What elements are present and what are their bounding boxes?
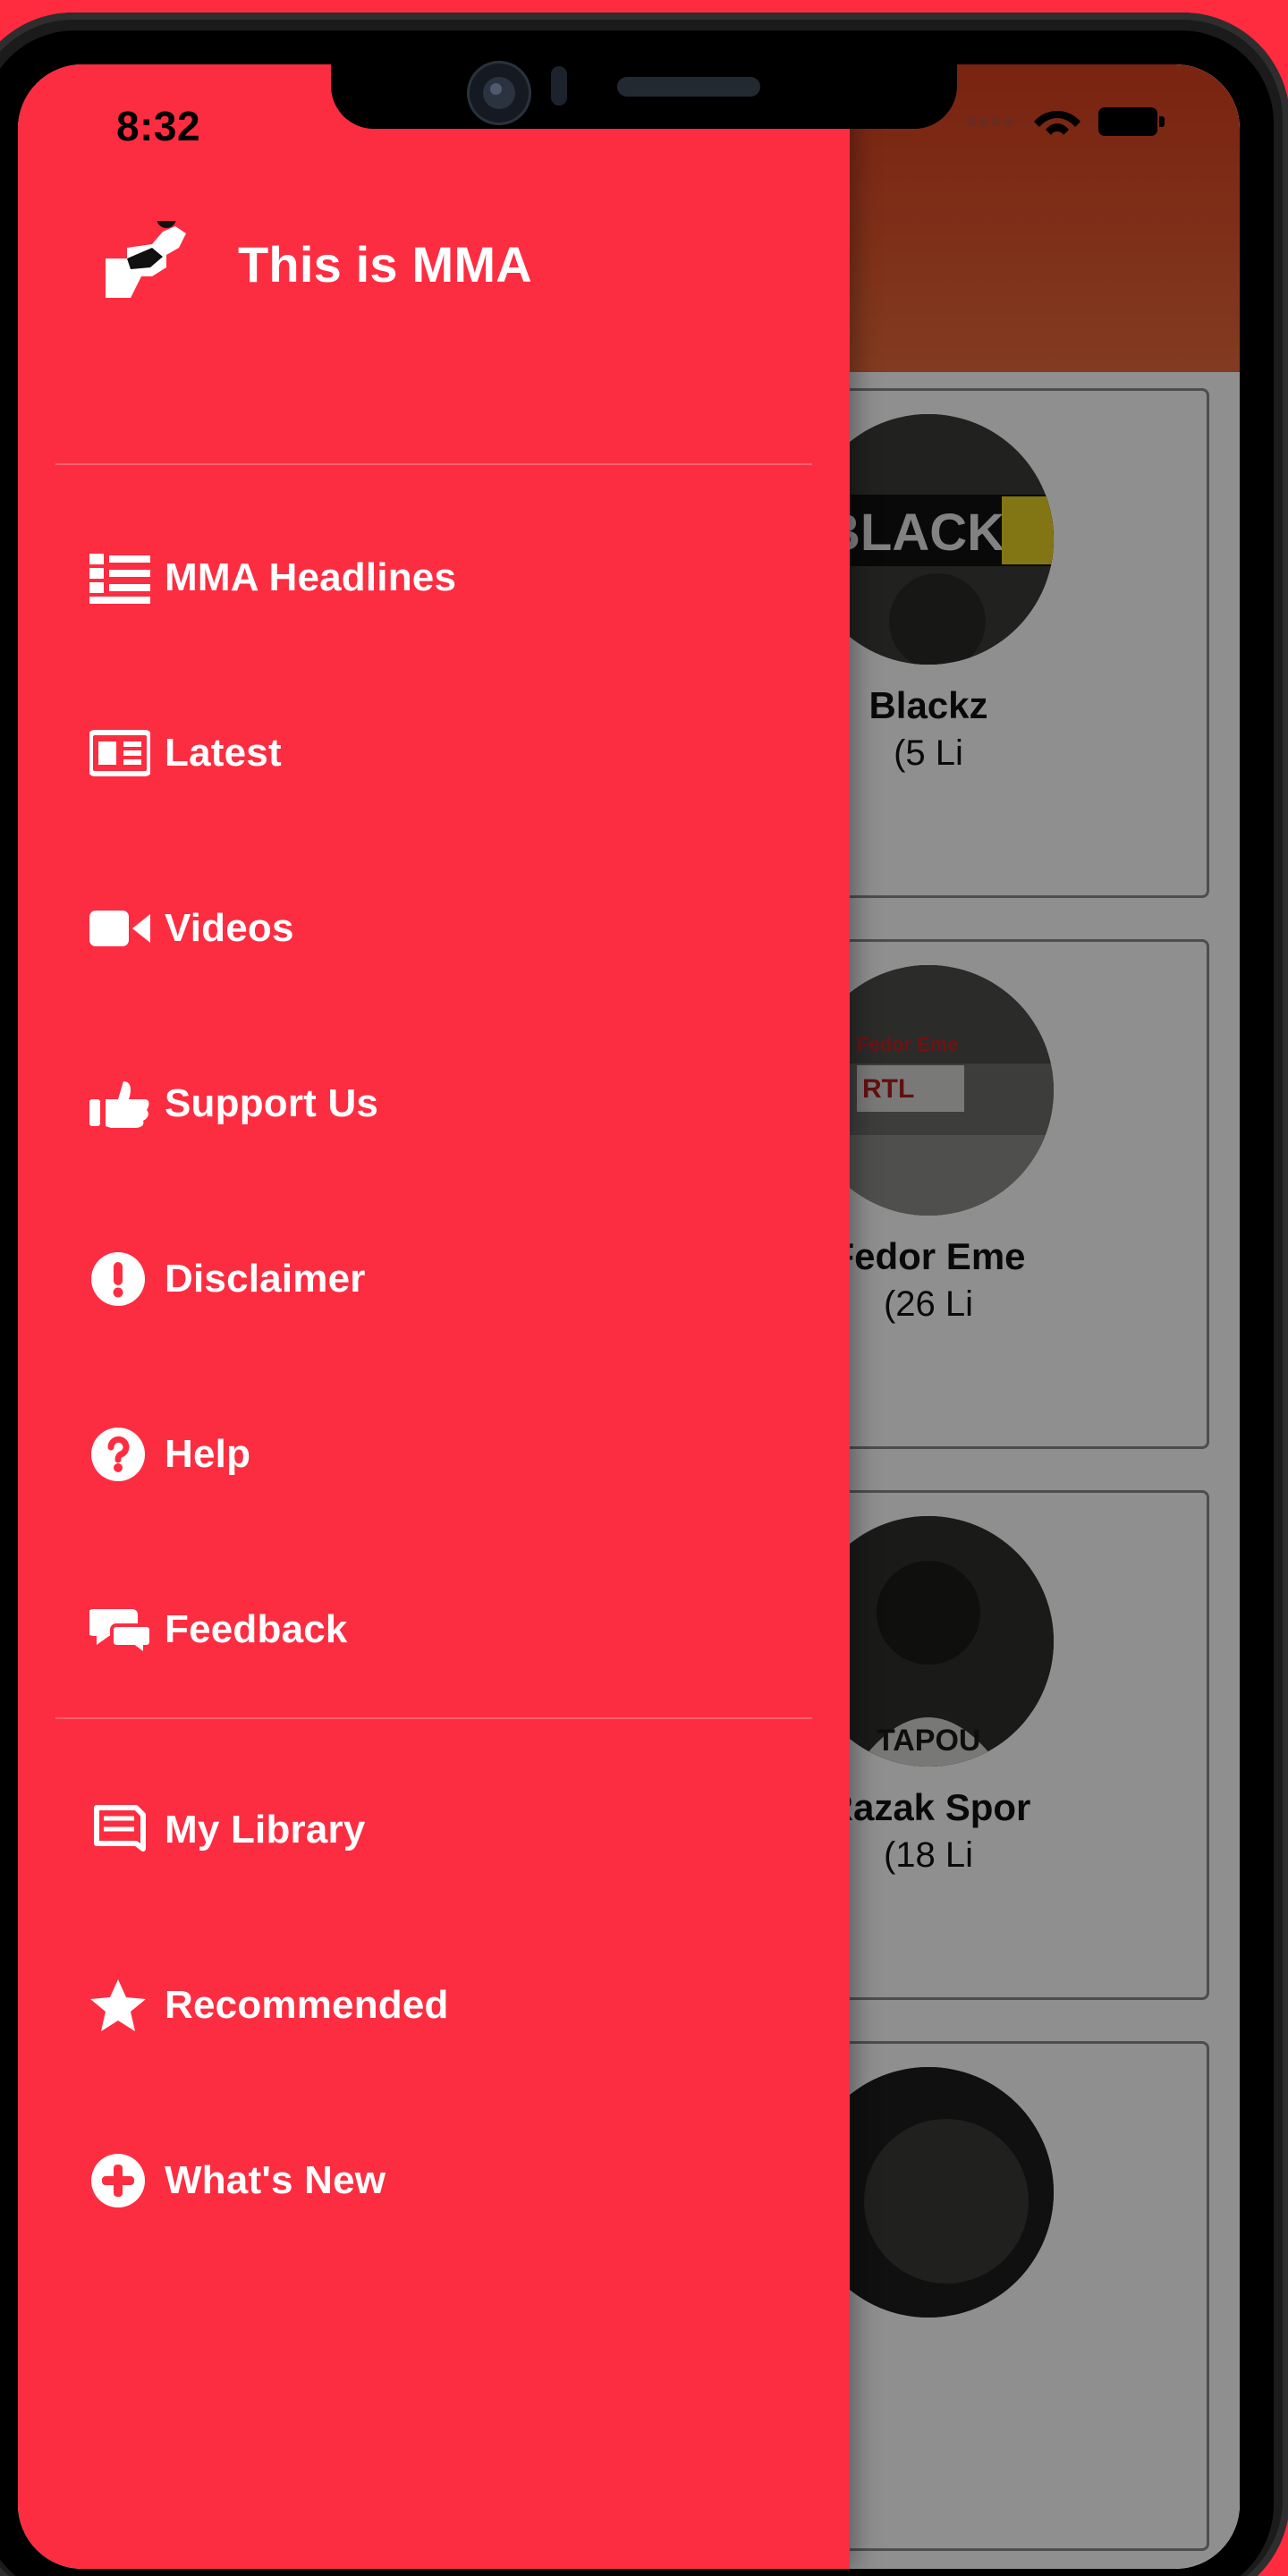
book-icon [89,1804,165,1856]
newspaper-icon [89,728,165,778]
sidebar-item-label: MMA Headlines [165,555,457,599]
sidebar-item-label: Videos [165,906,294,950]
plus-circle-icon [89,2152,165,2209]
sidebar-item-help[interactable]: Help [18,1367,850,1542]
sidebar-item-disclaimer[interactable]: Disclaimer [18,1191,850,1367]
sidebar-item-label: My Library [165,1808,366,1852]
phone-screen: bat BLACKZ Blackz (5 Li [18,64,1240,2569]
exclamation-circle-icon [89,1250,165,1308]
sidebar-item-label: Disclaimer [165,1257,366,1301]
drawer-menu-group-secondary: My Library Recommended What's New [18,1719,850,2268]
list-lines-icon [89,552,165,604]
thumbs-up-icon [89,1078,165,1130]
drawer-brand-title: This is MMA [238,235,532,292]
sidebar-item-whats-new[interactable]: What's New [18,2093,850,2268]
sidebar-item-latest[interactable]: Latest [18,665,850,841]
sidebar-item-label: Recommended [165,1983,449,2027]
sidebar-item-support-us[interactable]: Support Us [18,1016,850,1191]
sidebar-item-label: Feedback [165,1607,348,1651]
earpiece-speaker [617,77,760,97]
sidebar-item-label: What's New [165,2158,386,2202]
sidebar-item-feedback[interactable]: Feedback [18,1542,850,1717]
proximity-sensor-icon [551,66,567,106]
drawer-menu-group-primary: MMA Headlines Latest Videos Support Us D… [18,465,850,1717]
sidebar-item-my-library[interactable]: My Library [18,1742,850,1918]
sidebar-item-label: Help [165,1432,251,1476]
phone-notch [331,30,957,129]
question-circle-icon [89,1426,165,1483]
screenshot-root: bat BLACKZ Blackz (5 Li [0,0,1288,2576]
video-camera-icon [89,907,165,950]
front-camera-icon [467,61,531,125]
chat-bubbles-icon [89,1604,165,1656]
sidebar-item-mma-headlines[interactable]: MMA Headlines [18,490,850,665]
sidebar-item-label: Latest [165,731,282,775]
sidebar-item-recommended[interactable]: Recommended [18,1918,850,2093]
sidebar-item-videos[interactable]: Videos [18,841,850,1016]
mma-fighter-logo-icon [100,221,208,307]
star-icon [89,1978,165,2033]
navigation-drawer: This is MMA MMA Headlines Latest Videos … [18,64,850,2569]
sidebar-item-label: Support Us [165,1081,379,1125]
